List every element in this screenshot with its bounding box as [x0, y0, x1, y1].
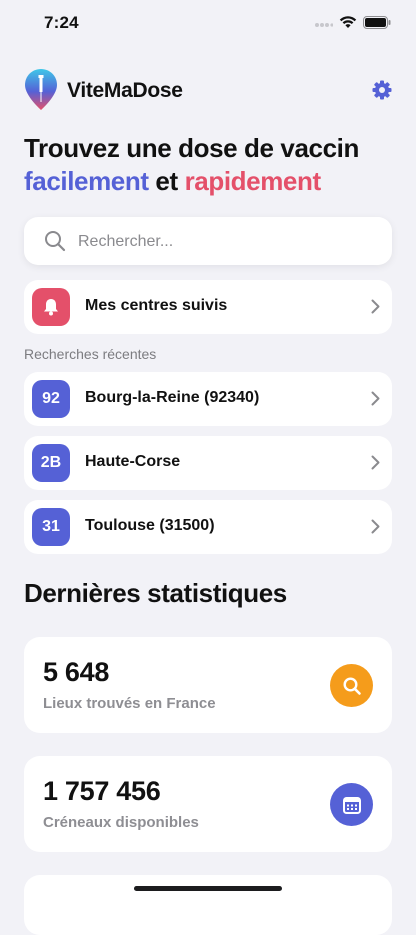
- stat-icon-circle: [330, 783, 373, 826]
- hero-word-blue: facilement: [24, 166, 149, 196]
- status-time: 7:24: [44, 13, 79, 32]
- stat-card-locations[interactable]: 5 648 Lieux trouvés en France: [24, 637, 392, 733]
- hero-word-red: rapidement: [184, 166, 322, 196]
- department-badge: 31: [32, 508, 70, 546]
- signal-icon: [315, 23, 333, 27]
- recent-search-item[interactable]: 2B Haute-Corse: [24, 436, 392, 490]
- logo-icon: [25, 69, 57, 110]
- search-box[interactable]: [24, 217, 392, 267]
- chevron-right-icon: [371, 519, 380, 534]
- department-badge: 2B: [32, 444, 70, 482]
- followed-centers-label: Mes centres suivis: [85, 297, 228, 314]
- followed-centers-row[interactable]: Mes centres suivis: [24, 280, 392, 334]
- recent-searches-caption: Recherches récentes: [24, 346, 157, 362]
- stat-icon-circle: [330, 664, 373, 707]
- app-header: ViteMaDose: [24, 68, 392, 112]
- stat-card-partial[interactable]: [24, 875, 392, 935]
- hero-word-mid: et: [148, 166, 185, 196]
- recent-search-label: Bourg-la-Reine (92340): [85, 389, 260, 406]
- stats-title: Dernières statistiques: [24, 578, 287, 608]
- recent-search-item[interactable]: 92 Bourg-la-Reine (92340): [24, 372, 392, 426]
- calendar-icon: [342, 796, 361, 814]
- status-bar: 7:24: [0, 0, 416, 46]
- stat-card-slots[interactable]: 1 757 456 Créneaux disponibles: [24, 756, 392, 852]
- chevron-right-icon: [371, 455, 380, 470]
- chevron-right-icon: [371, 391, 380, 406]
- gear-icon[interactable]: [372, 80, 392, 100]
- chevron-right-icon: [371, 299, 380, 314]
- wifi-icon: [339, 16, 357, 28]
- recent-search-label: Toulouse (31500): [85, 517, 215, 534]
- stat-caption: Créneaux disponibles: [43, 814, 199, 831]
- battery-icon: [363, 16, 391, 29]
- department-badge: 92: [32, 380, 70, 418]
- hero-heading: Trouvez une dose de vaccin facilement et…: [24, 132, 404, 198]
- search-icon: [342, 676, 361, 695]
- recent-search-item[interactable]: 31 Toulouse (31500): [24, 500, 392, 554]
- stat-value: 5 648: [43, 657, 110, 687]
- bell-badge: [32, 288, 70, 326]
- search-input[interactable]: [76, 217, 380, 267]
- stat-value: 1 757 456: [43, 776, 161, 806]
- recent-search-label: Haute-Corse: [85, 453, 181, 470]
- bell-icon: [44, 299, 58, 316]
- stat-caption: Lieux trouvés en France: [43, 695, 216, 712]
- home-indicator[interactable]: [134, 886, 282, 891]
- hero-line2: facilement et rapidement: [24, 165, 404, 198]
- app-name: ViteMaDose: [67, 79, 183, 102]
- hero-line1: Trouvez une dose de vaccin: [24, 133, 359, 163]
- search-icon: [45, 231, 66, 252]
